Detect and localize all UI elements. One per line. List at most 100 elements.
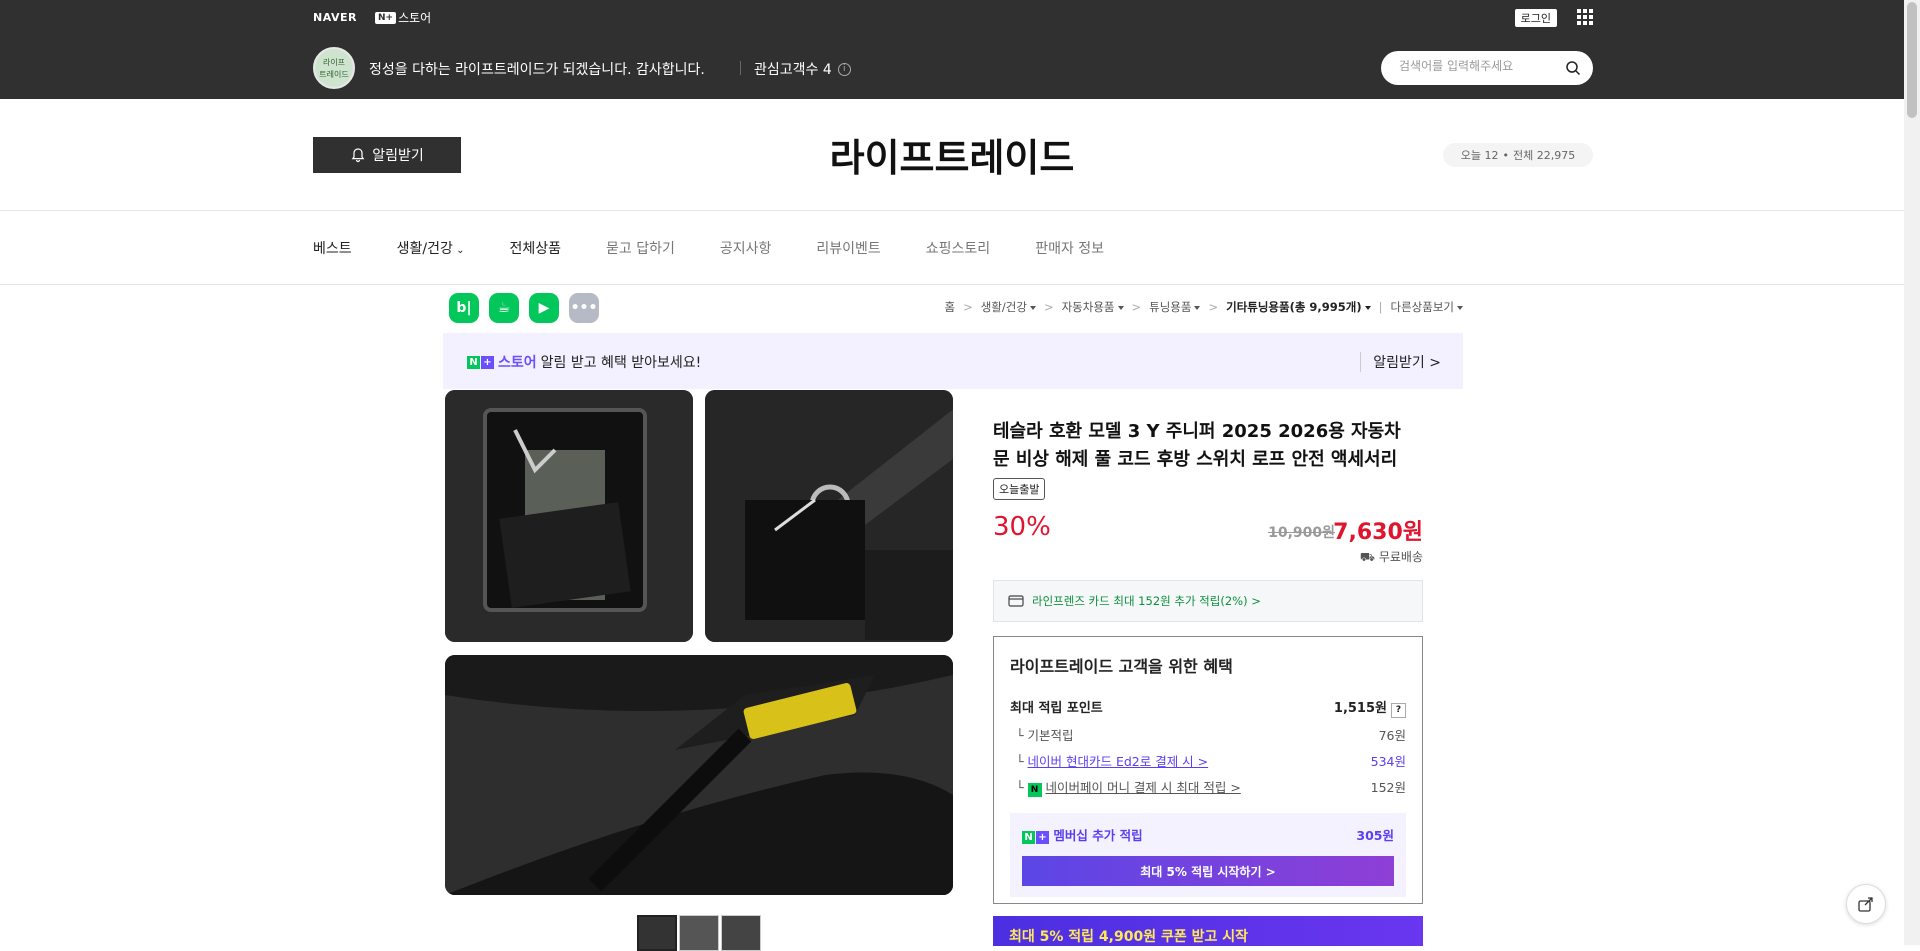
- store-header: 알림받기 라이프트레이드 오늘 12 • 전체 22,975: [0, 99, 1904, 211]
- point-value: 534원: [1370, 754, 1406, 769]
- crumb-tuning-label: 튜닝용품: [1149, 300, 1192, 314]
- crumb-etc-tuning-label: 기타튜닝용품(총 9,995개): [1226, 300, 1362, 314]
- card-benefit-text: 라인프렌즈 카드 최대 152원 추가 적립(2%) >: [1032, 594, 1261, 608]
- sale-price: 7,630원: [1333, 520, 1423, 545]
- product-info: 테슬라 호환 모델 3 Y 주니퍼 2025 2026용 자동차 문 비상 해제…: [993, 418, 1423, 946]
- visit-today: 오늘 12: [1460, 149, 1499, 162]
- nplus-badge: N+: [375, 11, 397, 24]
- naver-logo[interactable]: NAVER: [313, 11, 357, 24]
- point-label: └ 기본적립: [1016, 728, 1074, 743]
- customer-benefit-box: 라이프트레이드 고객을 위한 혜택 최대 적립 포인트 1,515원? └ 기본…: [993, 636, 1423, 904]
- crumb-car-label: 자동차용품: [1061, 300, 1115, 314]
- photo-3-image: [445, 655, 953, 895]
- nplus-store-logo[interactable]: N+ 스토어: [375, 9, 431, 26]
- max-point-label: 최대 적립 포인트: [1010, 701, 1103, 716]
- blog-share-icon[interactable]: b|: [449, 293, 479, 323]
- crumb-etc-tuning[interactable]: 기타튜닝용품(총 9,995개): [1226, 299, 1371, 315]
- crumb-home[interactable]: 홈: [945, 299, 956, 315]
- membership-start-button[interactable]: 최대 5% 적립 시작하기 >: [1022, 856, 1394, 886]
- point-row: └ 네이버 현대카드 Ed2로 결제 시 > 534원: [1010, 751, 1406, 770]
- nav-all-products[interactable]: 전체상품: [509, 238, 561, 258]
- category-nav: 베스트 생활/건강 ⌄ 전체상품 묻고 답하기 공지사항 리뷰이벤트 쇼핑스토리…: [0, 211, 1904, 285]
- product-photo-3[interactable]: [445, 655, 953, 895]
- nav-living-health[interactable]: 생활/건강 ⌄: [397, 238, 465, 258]
- share-icon: [1858, 897, 1873, 912]
- nav-qna[interactable]: 묻고 답하기: [606, 238, 675, 258]
- info-icon[interactable]: i: [837, 62, 851, 76]
- crumb-living-label: 생활/건강: [980, 300, 1027, 314]
- thumbnail[interactable]: [721, 915, 761, 951]
- crumb-car[interactable]: 자동차용품: [1062, 299, 1124, 315]
- today-ship-badge: 오늘출발: [993, 478, 1046, 500]
- store-logo[interactable]: 라이프 트레이드: [313, 47, 355, 89]
- membership-label: 멤버십 추가 적립: [1053, 828, 1143, 843]
- visit-count: 오늘 12 • 전체 22,975: [1443, 143, 1593, 167]
- membership-label-wrap: N + 멤버십 추가 적립: [1022, 825, 1143, 844]
- membership-box: N + 멤버십 추가 적립 305원 최대 5% 적립 시작하기 >: [1010, 813, 1406, 897]
- chevron-down-icon: ⌄: [452, 245, 465, 256]
- fans-count: 관심고객수 4 i: [754, 59, 851, 79]
- more-share-icon[interactable]: •••: [569, 293, 599, 323]
- login-button[interactable]: 로그인: [1514, 9, 1557, 27]
- thumbnail-strip: [637, 915, 761, 951]
- nav-living-health-label: 생활/건강: [396, 241, 453, 257]
- global-nav: NAVER N+ 스토어 로그인: [313, 9, 1593, 27]
- benefit-bar-alarm-link[interactable]: 알림받기 >: [1360, 352, 1441, 372]
- apps-grid-icon[interactable]: [1577, 9, 1593, 25]
- divider: [740, 61, 741, 75]
- fans-label: 관심고객수 4: [754, 62, 832, 78]
- price-row: 30% 10,900원 7,630원: [993, 512, 1423, 552]
- point-row: └ 기본적립 76원: [1010, 725, 1406, 744]
- nav-seller-info[interactable]: 판매자 정보: [1035, 238, 1104, 258]
- share-buttons: b| ☕ ▶ •••: [449, 293, 599, 323]
- scrollbar-thumb[interactable]: [1907, 2, 1917, 118]
- npay-money-link[interactable]: 네이버페이 머니 결제 시 최대 적립 >: [1045, 780, 1240, 795]
- product-photo-1[interactable]: [445, 390, 693, 642]
- benefit-bar-text: 알림 받고 혜택 받아보세요!: [540, 355, 702, 371]
- nplus-icon: N +: [1022, 831, 1049, 844]
- product-photo-2[interactable]: [705, 390, 953, 642]
- store-label: 스토어: [398, 11, 432, 25]
- thumbnail[interactable]: [637, 915, 677, 951]
- product-title: 테슬라 호환 모델 3 Y 주니퍼 2025 2026용 자동차 문 비상 해제…: [993, 421, 1401, 470]
- top-bar: NAVER N+ 스토어 로그인 라이프 트레이드 정성을 다하는 라이프트레이…: [0, 0, 1904, 99]
- membership-promo-banner[interactable]: 최대 5% 적립 4,900원 쿠폰 받고 시작: [993, 916, 1423, 946]
- membership-row: N + 멤버십 추가 적립 305원: [1022, 825, 1394, 844]
- crumb-living[interactable]: 생활/건강: [981, 299, 1036, 315]
- point-value: 152원: [1370, 780, 1406, 795]
- benefit-title: 라이프트레이드 고객을 위한 혜택: [1010, 657, 1233, 676]
- scrollbar[interactable]: [1904, 0, 1920, 945]
- max-point-row: 최대 적립 포인트 1,515원?: [1010, 697, 1406, 718]
- nav-shopping-story[interactable]: 쇼핑스토리: [926, 238, 990, 258]
- search-input[interactable]: [1399, 59, 1559, 73]
- nav-review-event[interactable]: 리뷰이벤트: [816, 238, 880, 258]
- share-float-button[interactable]: [1846, 884, 1886, 924]
- visit-dot: •: [1502, 148, 1510, 162]
- nav-notice[interactable]: 공지사항: [720, 238, 772, 258]
- card-benefit-box[interactable]: 라인프렌즈 카드 최대 152원 추가 적립(2%) >: [993, 580, 1423, 622]
- discount-rate: 30%: [993, 512, 1051, 542]
- search-icon[interactable]: [1565, 60, 1581, 76]
- store-title[interactable]: 라이프트레이드: [0, 127, 1904, 182]
- card-icon: [1008, 595, 1024, 607]
- photo-2-image: [705, 390, 953, 642]
- point-value: 76원: [1378, 728, 1406, 743]
- thumbnail[interactable]: [679, 915, 719, 951]
- point-label-text: 기본적립: [1027, 728, 1074, 743]
- cafe-share-icon[interactable]: ☕: [489, 293, 519, 323]
- point-label: └ 네이버 현대카드 Ed2로 결제 시 >: [1016, 754, 1209, 769]
- point-label: └ N 네이버페이 머니 결제 시 최대 적립 >: [1016, 780, 1241, 797]
- notify-benefit-bar[interactable]: N + 스토어 알림 받고 혜택 받아보세요! 알림받기 >: [443, 333, 1463, 389]
- hyundai-card-link[interactable]: 네이버 현대카드 Ed2로 결제 시 >: [1028, 754, 1209, 769]
- crumb-tuning[interactable]: 튜닝용품: [1149, 299, 1201, 315]
- breadcrumb: 홈 > 생활/건강 > 자동차용품 > 튜닝용품 > 기타튜닝용품(총 9,995개) |…: [945, 299, 1463, 315]
- help-icon[interactable]: ?: [1391, 703, 1406, 718]
- shipping-label: 무료배송: [1378, 550, 1423, 564]
- band-share-icon[interactable]: ▶: [529, 293, 559, 323]
- crumb-other-products[interactable]: 다른상품보기: [1391, 299, 1463, 315]
- store-logo-text: 라이프 트레이드: [319, 58, 349, 79]
- max-point-value: 1,515원: [1333, 701, 1387, 716]
- nav-best[interactable]: 베스트: [313, 238, 352, 258]
- store-description: 정성을 다하는 라이프트레이드가 되겠습니다. 감사합니다.: [369, 62, 705, 78]
- point-row: └ N 네이버페이 머니 결제 시 최대 적립 > 152원: [1010, 777, 1406, 797]
